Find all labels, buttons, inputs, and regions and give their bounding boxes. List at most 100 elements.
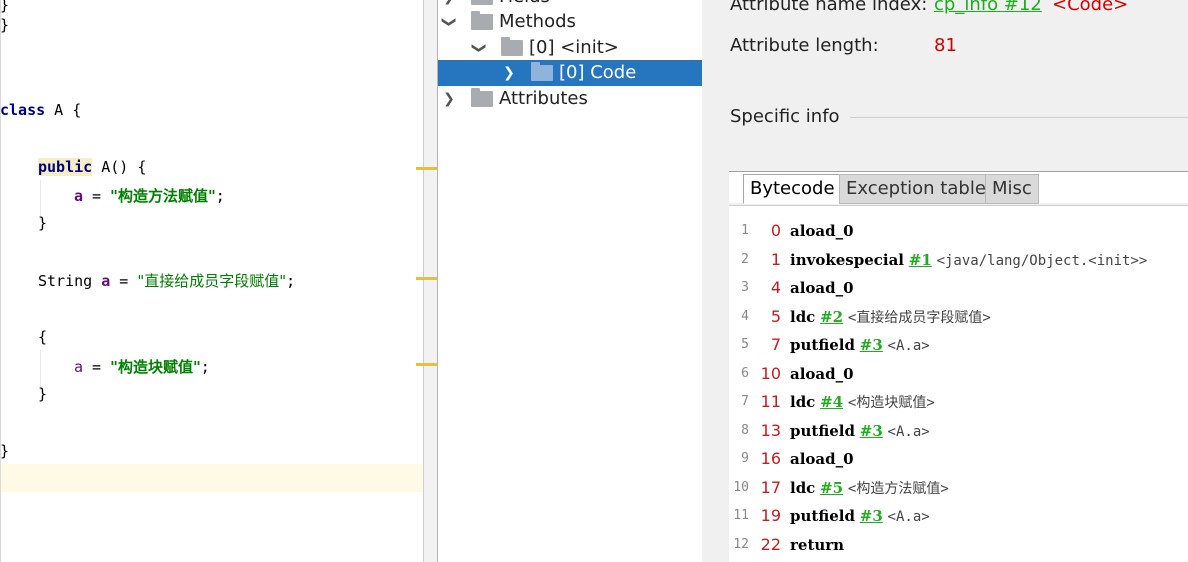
instruction: aload_0 (790, 360, 854, 388)
chevron-down-icon[interactable]: ❯ (470, 41, 488, 55)
cp-info-link[interactable]: cp_info #12 (934, 0, 1042, 15)
operand-comment: <A.a> (887, 338, 930, 354)
code-text: ; (215, 187, 225, 205)
operand-comment: <直接给成员字段赋值> (847, 309, 991, 326)
bytecode-offset: 7 (770, 335, 781, 354)
line-number: 9 (741, 451, 749, 466)
bytecode-offset: 19 (760, 506, 781, 525)
chevron-right-icon[interactable]: ❯ (442, 90, 456, 108)
brace: } (38, 214, 48, 232)
bytecode-row: 2 1 invokespecial #1 <java/lang/Object.<in… (729, 246, 1188, 274)
chevron-right-icon[interactable]: ❯ (502, 64, 516, 82)
warning-marker[interactable] (416, 277, 437, 280)
tab-misc[interactable]: Misc (985, 174, 1039, 204)
instruction: putfield #3 <A.a> (790, 417, 930, 446)
opcode: return (790, 535, 845, 554)
tree-item-label: [0] Code (559, 62, 637, 83)
editor-scrollbar[interactable] (423, 0, 437, 562)
instruction: aload_0 (790, 274, 854, 302)
code-text: A { (45, 101, 82, 119)
tab-exception-table[interactable]: Exception table (839, 174, 993, 204)
line-number: 11 (733, 508, 749, 523)
code-text: = (83, 187, 111, 205)
folder-icon (531, 62, 553, 81)
code-line: a = "构造块赋值"; (74, 357, 210, 377)
opcode: ldc (790, 478, 816, 497)
bytecode-row: 5 7 putfield #3 <A.a> (729, 331, 1188, 359)
opcode: ldc (790, 307, 816, 326)
operand-comment: <构造块赋值> (847, 395, 935, 411)
tree-item-methods[interactable]: ❯ Methods (438, 9, 702, 35)
opcode: aload_0 (790, 279, 854, 297)
attribute-details-panel: Attribute name index: cp_info #12 <Code>… (702, 0, 1188, 562)
instruction: return (790, 531, 844, 559)
line-number: 8 (741, 422, 749, 438)
chevron-right-icon[interactable]: ❯ (442, 0, 456, 6)
tree-item-code[interactable]: ❯ [0] Code (438, 60, 702, 86)
instruction: invokespecial #1 <java/lang/Object.<init… (790, 246, 1147, 275)
bytecode-row: 7 11 ldc #4 <构造块赋值> (729, 388, 1188, 416)
code-line: public A() { (38, 157, 146, 177)
opcode: invokespecial (790, 250, 904, 269)
instruction: aload_0 (790, 217, 854, 245)
code-line: } (0, 15, 9, 35)
tree-item-init[interactable]: ❯ [0] <init> (438, 35, 702, 61)
specific-info-label: Specific info (730, 106, 840, 127)
chevron-down-icon[interactable]: ❯ (440, 15, 458, 29)
bytecode-offset: 22 (760, 534, 781, 554)
folder-icon (471, 11, 493, 30)
instruction: ldc #2 <直接给成员字段赋值> (790, 303, 991, 332)
opcode: putfield (790, 421, 855, 440)
keyword: public (38, 158, 93, 176)
constant-pool-link[interactable]: #5 (820, 479, 843, 497)
tree-item-label: Methods (499, 11, 576, 32)
line-number: 4 (741, 308, 749, 324)
operand-comment: <A.a> (887, 509, 930, 525)
code-text: = (83, 358, 111, 376)
bytecode-offset: 0 (770, 221, 781, 240)
bytecode-row: 8 13 putfield #3 <A.a> (729, 417, 1188, 445)
class-structure-tree: ❯ Fields ❯ Methods ❯ [0] <init> ❯ [0] Co… (438, 0, 702, 562)
bytecode-row: 3 4 aload_0 (729, 274, 1188, 302)
bytecode-offset: 4 (770, 278, 781, 297)
constant-pool-link[interactable]: #2 (820, 308, 843, 326)
string-literal: "构造块赋值" (110, 358, 201, 376)
opcode: aload_0 (790, 450, 854, 468)
constant-pool-link[interactable]: #1 (909, 251, 932, 269)
attribute-name-value: <Code> (1052, 0, 1129, 15)
code-editor[interactable]: } } class A { public A() { a = "构造方法赋值";… (0, 0, 423, 562)
line-number: 3 (741, 280, 749, 295)
instruction: ldc #4 <构造块赋值> (790, 388, 935, 417)
tree-item-attributes[interactable]: ❯ Attributes (438, 86, 702, 112)
string-literal: "构造方法赋值" (110, 187, 216, 205)
tab-bar: Bytecode Exception table Misc (729, 171, 1188, 204)
constant-pool-link[interactable]: #3 (860, 336, 883, 354)
opcode: putfield (790, 336, 855, 354)
instruction: putfield #3 <A.a> (790, 502, 930, 531)
bytecode-offset: 10 (760, 363, 781, 383)
tab-bytecode[interactable]: Bytecode (743, 174, 842, 204)
code-line: class A { (0, 100, 81, 120)
section-divider (850, 117, 1188, 118)
constant-pool-link[interactable]: #3 (860, 507, 883, 525)
constant-pool-link[interactable]: #4 (820, 393, 843, 411)
bytecode-listing[interactable]: 1 0 aload_0 2 1 invokespecial #1 <java/lang/O… (729, 205, 1188, 562)
constant-pool-link[interactable]: #3 (860, 422, 883, 440)
code-line: } (38, 213, 47, 233)
warning-marker[interactable] (416, 167, 437, 170)
bytecode-row: 12 22 return (729, 531, 1188, 559)
brace: } (0, 0, 10, 14)
tree-item-label: Fields (499, 0, 550, 9)
bytecode-offset: 16 (760, 449, 781, 468)
bytecode-offset: 5 (770, 306, 781, 326)
opcode: aload_0 (790, 222, 854, 240)
bytecode-row: 11 19 putfield #3 <A.a> (729, 502, 1188, 530)
attribute-length-value: 81 (934, 35, 957, 56)
brace: } (38, 385, 48, 403)
code-line: a = "构造方法赋值"; (74, 186, 225, 206)
code-text: = (110, 272, 138, 290)
line-number: 12 (733, 536, 749, 552)
warning-marker[interactable] (416, 363, 437, 366)
bytecode-row: 9 16 aload_0 (729, 445, 1188, 473)
bytecode-row: 4 5 ldc #2 <直接给成员字段赋值> (729, 303, 1188, 331)
